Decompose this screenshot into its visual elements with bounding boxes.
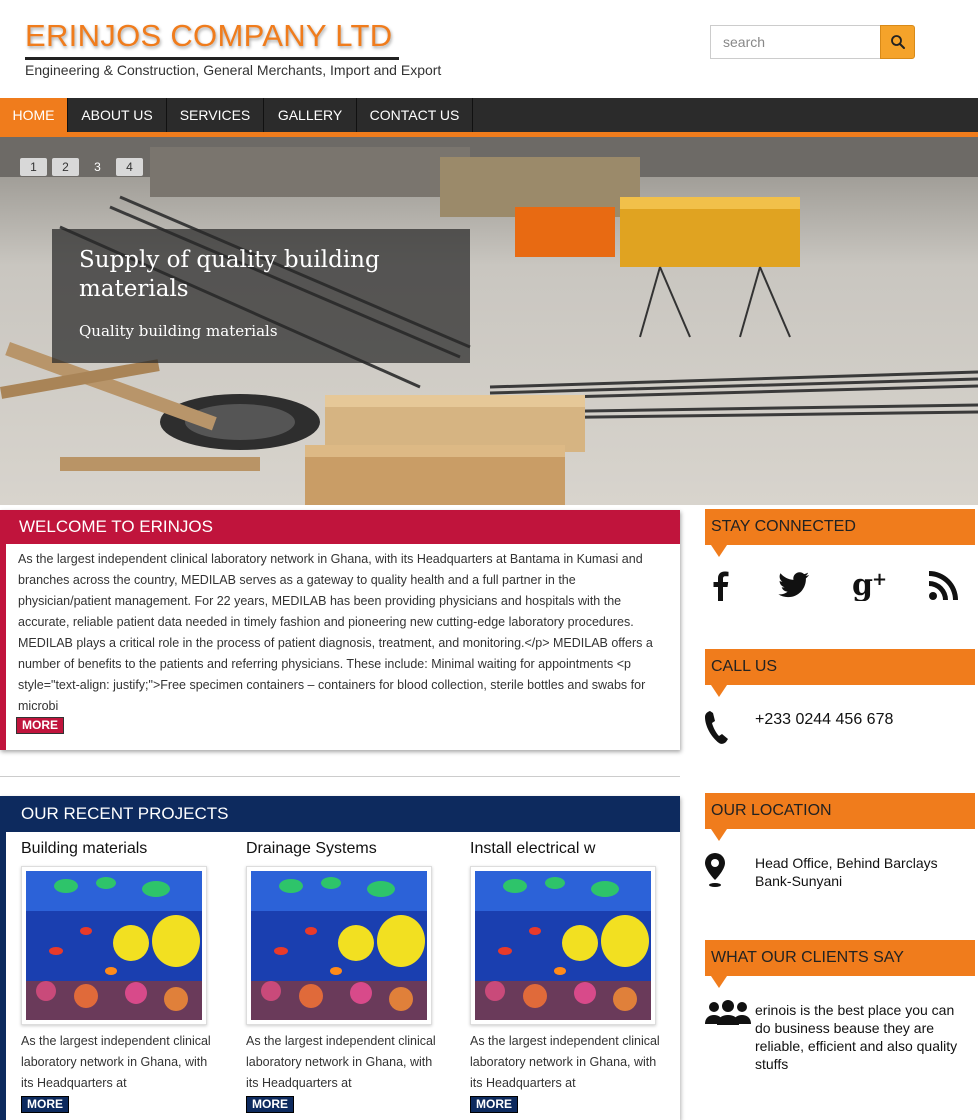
section-divider (0, 776, 680, 777)
slide-caption-title: Supply of quality building materials (79, 247, 380, 302)
slider-page-3[interactable]: 3 (84, 158, 111, 176)
main-nav: HOME ABOUT US SERVICES GALLERY CONTACT U… (0, 98, 978, 132)
twitter-icon[interactable] (776, 567, 812, 603)
phone-icon (704, 709, 730, 750)
nav-about-us[interactable]: ABOUT US (68, 98, 167, 132)
call-us-heading: CALL US (705, 649, 975, 697)
title-underline (25, 57, 399, 60)
project-title[interactable]: Drainage Systems (246, 840, 446, 860)
search-box (710, 25, 915, 59)
project-more-button[interactable]: MORE (246, 1096, 294, 1113)
project-card: Install electrical w As the largest inde… (470, 840, 670, 1113)
rss-icon[interactable] (926, 567, 962, 603)
company-title[interactable]: ERINJOS COMPANY LTD (25, 18, 392, 54)
project-thumbnail[interactable] (246, 866, 432, 1025)
google-plus-icon[interactable]: g + (852, 567, 888, 603)
welcome-panel: WELCOME TO ERINJOS As the largest indepe… (0, 510, 680, 750)
users-group-icon (704, 1000, 752, 1031)
projects-heading: OUR RECENT PROJECTS (6, 796, 680, 832)
project-text: As the largest independent clinical labo… (470, 1034, 660, 1090)
project-more-button[interactable]: MORE (21, 1096, 69, 1113)
office-address: Head Office, Behind Barclays Bank-Sunyan… (755, 855, 938, 889)
svg-text:g: g (852, 569, 873, 601)
slider-page-1[interactable]: 1 (20, 158, 47, 176)
project-card: Building materials As the largest indepe… (21, 840, 221, 1113)
project-more-button[interactable]: MORE (470, 1096, 518, 1113)
clients-say-heading: WHAT OUR CLIENTS SAY (705, 940, 975, 988)
project-title[interactable]: Building materials (21, 840, 221, 860)
nav-contact-us[interactable]: CONTACT US (357, 98, 473, 132)
slide-caption: Supply of quality building materials Qua… (52, 229, 470, 363)
nav-gallery[interactable]: GALLERY (264, 98, 357, 132)
company-tagline: Engineering & Construction, General Merc… (25, 62, 442, 78)
fish-image (26, 871, 202, 1020)
project-text: As the largest independent clinical labo… (21, 1034, 211, 1090)
our-location-heading: OUR LOCATION (705, 793, 975, 841)
search-button[interactable] (880, 25, 915, 59)
facebook-icon[interactable] (702, 567, 738, 603)
recent-projects-panel: OUR RECENT PROJECTS Building materials A… (0, 796, 680, 1120)
hero-slider[interactable]: 1 2 3 4 Supply of quality building mater… (0, 137, 978, 505)
project-thumbnail[interactable] (470, 866, 656, 1025)
welcome-text: As the largest independent clinical labo… (18, 552, 653, 713)
project-title[interactable]: Install electrical w (470, 840, 670, 860)
page: ERINJOS COMPANY LTD Engineering & Constr… (0, 0, 978, 1120)
svg-text:+: + (872, 569, 887, 590)
slide-caption-subtitle: Quality building materials (79, 322, 278, 340)
welcome-heading: WELCOME TO ERINJOS (6, 510, 680, 544)
nav-services[interactable]: SERVICES (167, 98, 264, 132)
project-text: As the largest independent clinical labo… (246, 1034, 436, 1090)
project-thumbnail[interactable] (21, 866, 207, 1025)
search-icon (890, 35, 905, 49)
slider-page-2[interactable]: 2 (52, 158, 79, 176)
search-input[interactable] (710, 25, 880, 59)
location-pin-icon (704, 852, 726, 893)
slider-page-4[interactable]: 4 (116, 158, 143, 176)
fish-image (251, 871, 427, 1020)
phone-number[interactable]: +233 0244 456 678 (755, 711, 893, 729)
welcome-more-button[interactable]: MORE (16, 717, 64, 734)
stay-connected-heading: STAY CONNECTED (705, 509, 975, 557)
fish-image (475, 871, 651, 1020)
client-testimonial: erinois is the best place you can do bus… (755, 1002, 958, 1072)
nav-home[interactable]: HOME (0, 98, 68, 132)
project-card: Drainage Systems As the largest independ… (246, 840, 446, 1113)
